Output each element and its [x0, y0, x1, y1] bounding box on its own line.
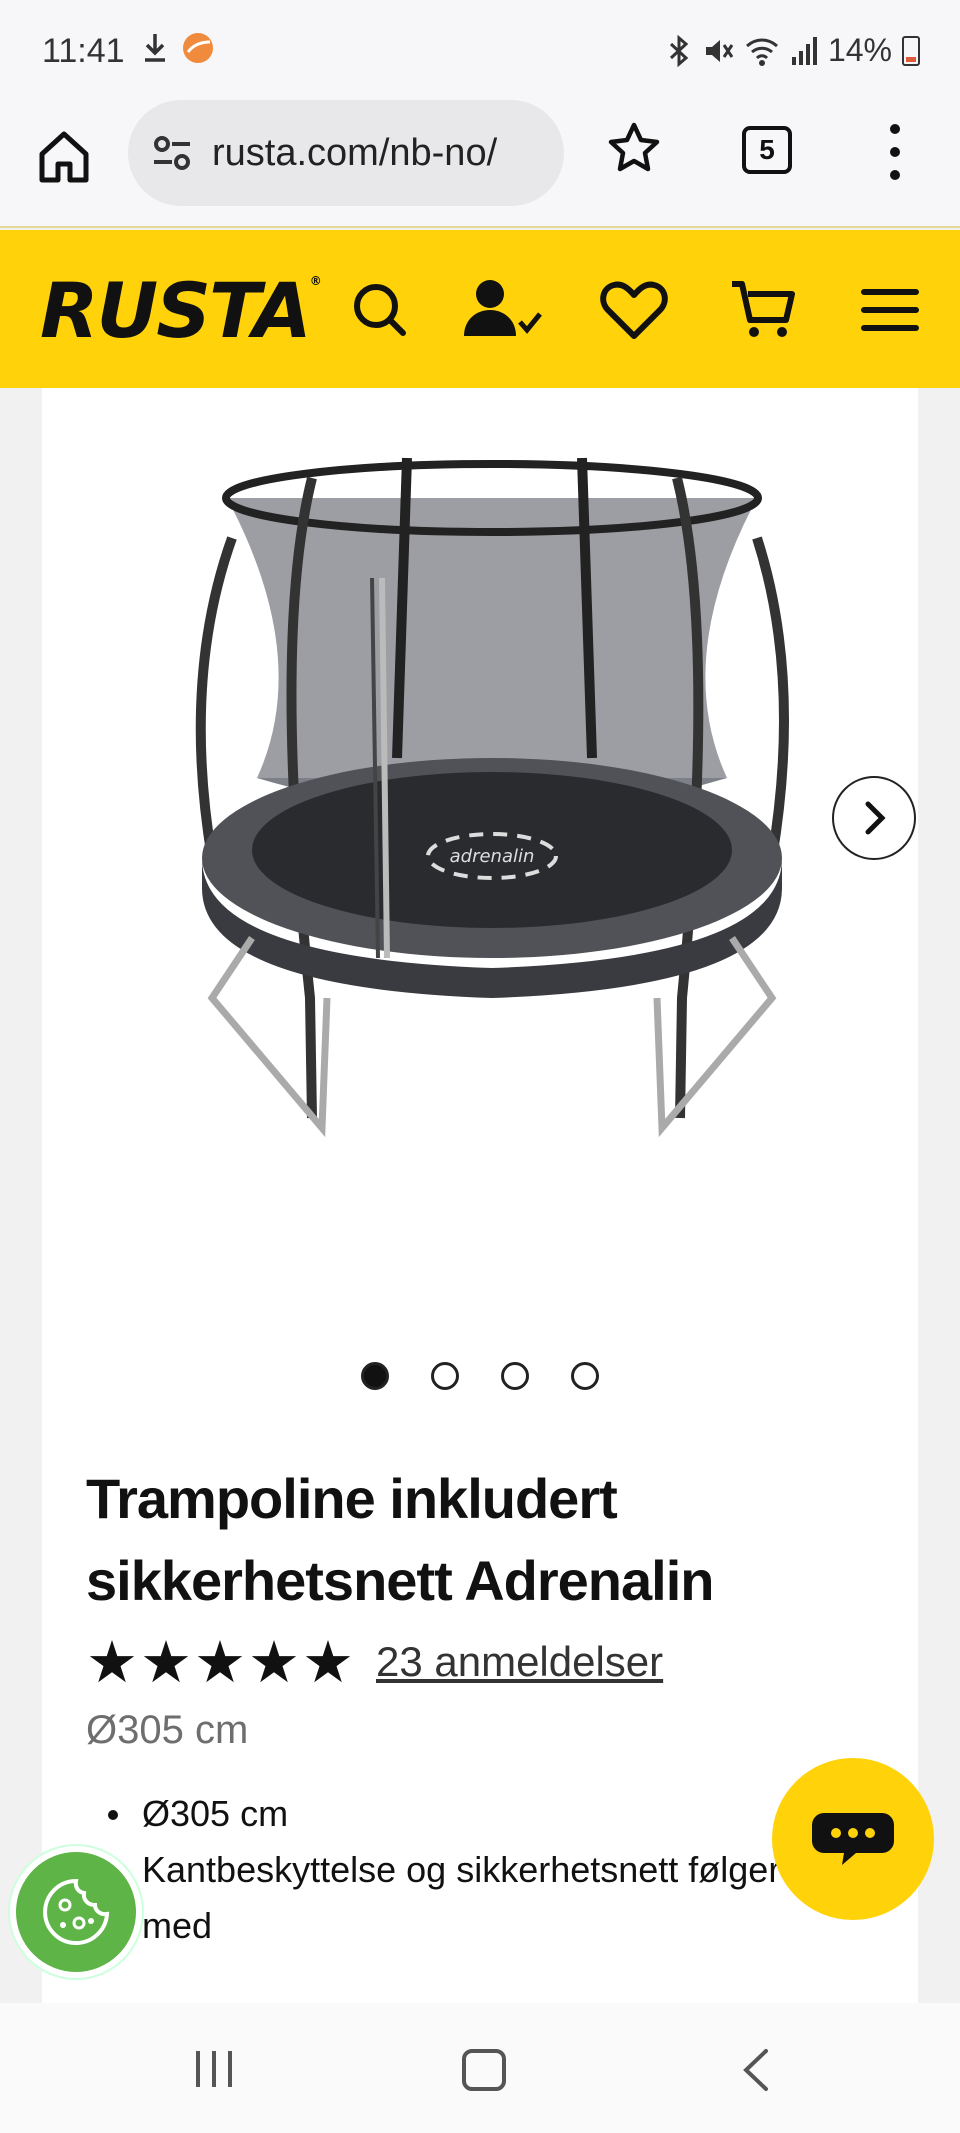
browser-toolbar: rusta.com/nb-no/ 5 [0, 96, 960, 228]
cookie-icon [43, 1878, 110, 1945]
product-image[interactable]: adrenalin [142, 438, 842, 1198]
dot [890, 170, 900, 180]
mute-icon [705, 39, 734, 62]
product-features-list: Ø305 cm Kantbeskyttelse og sikkerhetsnet… [86, 1786, 846, 1954]
product-image-logo: adrenalin [450, 846, 535, 867]
product-size: Ø305 cm [86, 1708, 249, 1752]
reviews-link[interactable]: 23 anmeldelser [376, 1638, 663, 1686]
site-settings-icon[interactable] [150, 131, 194, 175]
tab-switcher-button[interactable]: 5 [742, 126, 792, 174]
status-right-icons: 14% [666, 32, 920, 69]
wifi-icon [745, 38, 778, 66]
system-nav-bar [0, 2003, 960, 2133]
cookie-settings-button[interactable] [10, 1846, 142, 1978]
url-text: rusta.com/nb-no/ [212, 131, 498, 174]
nav-back-icon[interactable] [736, 2047, 776, 2093]
pagination-dot-1[interactable] [361, 1362, 389, 1390]
bluetooth-icon [669, 34, 689, 67]
bar [196, 2051, 200, 2087]
download-icon [145, 34, 165, 62]
pagination-dot-2[interactable] [431, 1362, 459, 1390]
site-header: RUSTA® [0, 230, 960, 388]
logo-registered-mark: ® [309, 274, 322, 288]
image-pagination [42, 1362, 918, 1390]
chat-button[interactable] [772, 1758, 934, 1920]
battery-icon [902, 35, 920, 66]
bookmark-star-icon[interactable] [606, 120, 662, 176]
dot [890, 124, 900, 134]
pagination-dot-3[interactable] [501, 1362, 529, 1390]
feature-item: Ø305 cm [86, 1786, 846, 1842]
account-icon[interactable] [460, 274, 546, 346]
dot [890, 147, 900, 157]
signal-icon [791, 36, 817, 65]
status-left-icons [140, 30, 216, 66]
battery-level: 14% [827, 32, 892, 68]
logo-text: RUSTA [40, 266, 312, 355]
product-card: adrenalin Trampoline inkludert sikkerhet… [42, 388, 918, 2003]
app-icon [183, 33, 213, 63]
chat-bubble-icon [812, 1813, 894, 1865]
search-icon[interactable] [344, 274, 416, 346]
status-bar: 11:41 14% [0, 0, 960, 96]
status-time: 11:41 [42, 32, 125, 70]
product-rating: ★★★★★ 23 anmeldelser [86, 1628, 663, 1696]
heart-icon[interactable] [598, 274, 670, 346]
cart-icon[interactable] [728, 274, 800, 346]
rusta-logo[interactable]: RUSTA® [40, 266, 322, 355]
recent-apps-button[interactable] [196, 2051, 232, 2087]
pagination-dot-4[interactable] [571, 1362, 599, 1390]
hamburger-menu-icon[interactable] [854, 274, 926, 346]
star-rating-icons: ★★★★★ [86, 1630, 356, 1695]
address-bar[interactable]: rusta.com/nb-no/ [128, 100, 564, 206]
home-icon[interactable] [34, 126, 94, 186]
chevron-right-icon [865, 801, 886, 835]
browser-menu-button[interactable] [880, 124, 910, 180]
bar [228, 2051, 232, 2087]
feature-item: Kantbeskyttelse og sikkerhetsnett følger… [142, 1849, 781, 1946]
product-title: Trampoline inkludert sikkerhetsnett Adre… [86, 1467, 714, 1612]
bar [212, 2051, 216, 2087]
nav-home-button[interactable] [462, 2049, 506, 2091]
next-image-button[interactable] [832, 776, 916, 860]
